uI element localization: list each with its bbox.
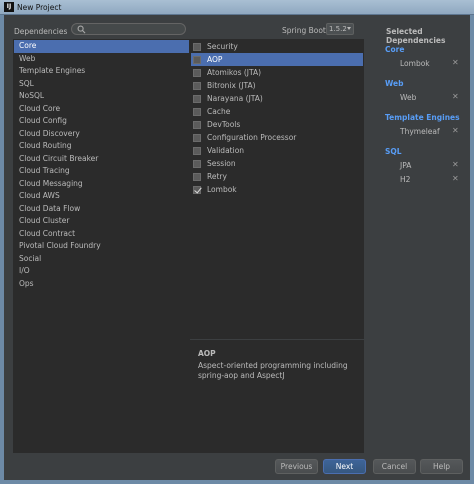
- selected-group-title: Web: [385, 79, 404, 88]
- spring-boot-version-select[interactable]: 1.5.2: [326, 23, 354, 35]
- dependency-description: AOP Aspect-oriented programming includin…: [190, 340, 364, 453]
- category-item[interactable]: Web: [14, 53, 189, 66]
- spring-boot-version-value: 1.5.2: [329, 25, 347, 33]
- remove-icon[interactable]: ✕: [452, 160, 459, 169]
- category-item[interactable]: Cloud Contract: [14, 228, 189, 241]
- category-item[interactable]: SQL: [14, 78, 189, 91]
- category-item[interactable]: Cloud Routing: [14, 140, 189, 153]
- dependency-checkbox[interactable]: [193, 107, 201, 116]
- search-icon: [77, 25, 86, 34]
- intellij-app-icon: IJ: [4, 2, 14, 12]
- category-item[interactable]: Cloud Config: [14, 115, 189, 128]
- dependency-label: Validation: [207, 146, 245, 155]
- dependency-label: Configuration Processor: [207, 133, 297, 142]
- dependency-item[interactable]: AOP: [191, 53, 363, 66]
- category-item[interactable]: Cloud Circuit Breaker: [14, 153, 189, 166]
- category-item[interactable]: Cloud Tracing: [14, 165, 189, 178]
- selected-dependencies-panel: Selected Dependencies Core Lombok ✕ Web Web ✕…: [382, 23, 470, 453]
- remove-icon[interactable]: ✕: [452, 58, 459, 67]
- dependency-item[interactable]: DevTools: [191, 118, 363, 131]
- category-item[interactable]: Ops: [14, 278, 189, 291]
- selected-dependency-item: JPA: [400, 161, 412, 170]
- dependency-checkbox[interactable]: [193, 42, 201, 51]
- selected-dependency-item: H2: [400, 175, 411, 184]
- dependency-checkbox[interactable]: [193, 94, 201, 103]
- category-item[interactable]: NoSQL: [14, 90, 189, 103]
- selected-dependency-item: Thymeleaf: [400, 127, 440, 136]
- selected-group-title: SQL: [385, 147, 402, 156]
- remove-icon[interactable]: ✕: [452, 92, 459, 101]
- dependency-item[interactable]: Atomikos (JTA): [191, 66, 363, 79]
- dependency-checkbox[interactable]: [193, 159, 201, 168]
- search-field[interactable]: [71, 23, 186, 35]
- dependency-checkbox[interactable]: [193, 185, 201, 194]
- dependency-item[interactable]: Retry: [191, 170, 363, 183]
- dependency-item[interactable]: Cache: [191, 105, 363, 118]
- cancel-button[interactable]: Cancel: [373, 459, 416, 474]
- title-bar[interactable]: IJ New Project: [0, 0, 474, 15]
- dependency-item[interactable]: Security: [191, 40, 363, 53]
- category-item[interactable]: Pivotal Cloud Foundry: [14, 240, 189, 253]
- dependency-label: AOP: [207, 55, 223, 64]
- dependency-item[interactable]: Configuration Processor: [191, 131, 363, 144]
- category-item[interactable]: Core: [14, 40, 189, 53]
- dependency-checkbox[interactable]: [193, 120, 201, 129]
- dependency-checkbox[interactable]: [193, 81, 201, 90]
- selected-dependency-item: Web: [400, 93, 417, 102]
- category-item[interactable]: Cloud Data Flow: [14, 203, 189, 216]
- dependency-label: Lombok: [207, 185, 237, 194]
- dependency-item[interactable]: Lombok: [191, 183, 363, 196]
- dependency-checkbox[interactable]: [193, 68, 201, 77]
- category-list[interactable]: Core Web Template Engines SQL NoSQL Cloud Cor…: [13, 39, 190, 453]
- dialog-content: Dependencies Spring Boot 1.5.2 Core Web Te…: [4, 15, 470, 480]
- dependency-list[interactable]: Security AOP Atomikos (JTA) Bitronix (JTA) N…: [190, 39, 364, 339]
- window-title: New Project: [17, 3, 62, 12]
- dependency-checkbox[interactable]: [193, 133, 201, 142]
- dependency-label: Cache: [207, 107, 231, 116]
- category-item[interactable]: Cloud Messaging: [14, 178, 189, 191]
- category-item[interactable]: Cloud Discovery: [14, 128, 189, 141]
- dependency-item[interactable]: Session: [191, 157, 363, 170]
- dependency-label: Security: [207, 42, 238, 51]
- dependency-item[interactable]: Validation: [191, 144, 363, 157]
- category-item[interactable]: I/O: [14, 265, 189, 278]
- dependency-label: Bitronix (JTA): [207, 81, 256, 90]
- dependency-label: Atomikos (JTA): [207, 68, 262, 77]
- dependencies-label: Dependencies: [14, 27, 68, 36]
- dependency-checkbox[interactable]: [193, 55, 201, 64]
- dependency-checkbox[interactable]: [193, 146, 201, 155]
- remove-icon[interactable]: ✕: [452, 174, 459, 183]
- help-button[interactable]: Help: [420, 459, 463, 474]
- previous-button[interactable]: Previous: [275, 459, 318, 474]
- next-button[interactable]: Next: [323, 459, 366, 474]
- dependency-item[interactable]: Bitronix (JTA): [191, 79, 363, 92]
- category-item[interactable]: Template Engines: [14, 65, 189, 78]
- description-title: AOP: [198, 349, 216, 358]
- dependency-label: Session: [207, 159, 236, 168]
- dependency-item[interactable]: Narayana (JTA): [191, 92, 363, 105]
- category-item[interactable]: Cloud Core: [14, 103, 189, 116]
- dependency-label: Narayana (JTA): [207, 94, 263, 103]
- spring-boot-label: Spring Boot: [282, 26, 326, 35]
- category-item[interactable]: Cloud Cluster: [14, 215, 189, 228]
- dependency-checkbox[interactable]: [193, 172, 201, 181]
- remove-icon[interactable]: ✕: [452, 126, 459, 135]
- dependency-label: Retry: [207, 172, 227, 181]
- description-text: Aspect-oriented programming including sp…: [198, 361, 348, 380]
- selected-group-title: Core: [385, 45, 405, 54]
- selected-dependency-item: Lombok: [400, 59, 430, 68]
- selected-group-title: Template Engines: [385, 113, 460, 122]
- chevron-down-icon: [347, 27, 351, 30]
- category-item[interactable]: Cloud AWS: [14, 190, 189, 203]
- search-input[interactable]: [88, 25, 182, 34]
- category-item[interactable]: Social: [14, 253, 189, 266]
- dependency-label: DevTools: [207, 120, 241, 129]
- selected-dependencies-header: Selected Dependencies: [386, 27, 446, 45]
